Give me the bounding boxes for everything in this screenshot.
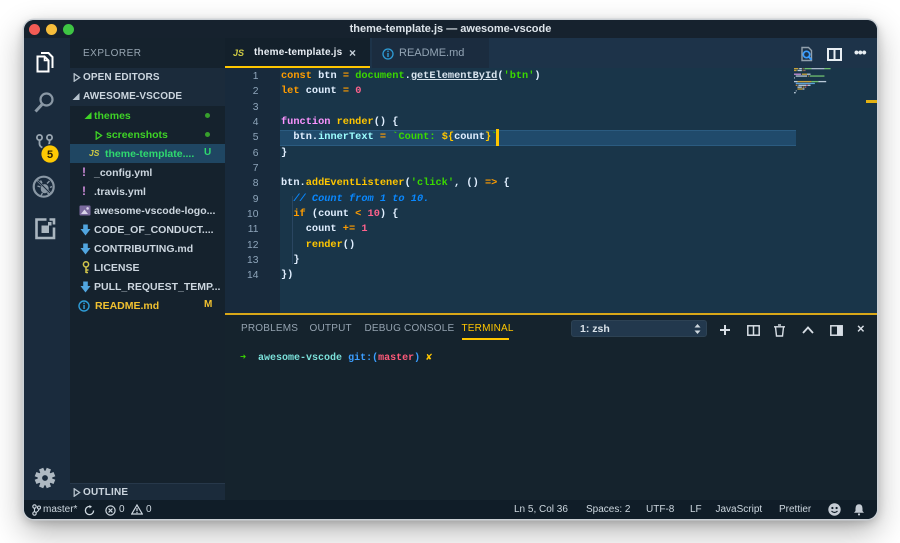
svg-text:5: 5 (47, 149, 53, 161)
